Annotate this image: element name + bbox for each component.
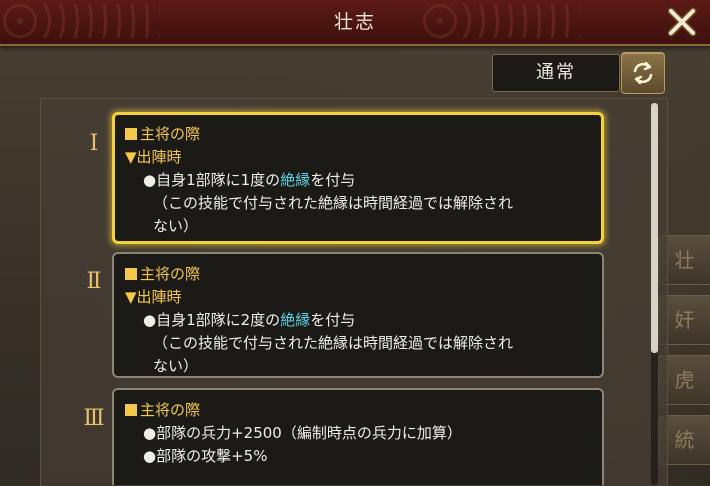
effect-line: ●部隊の兵力+2500（編制時点の兵力に加算） xyxy=(143,424,462,442)
keyword-link[interactable]: 絶縁 xyxy=(280,311,310,329)
title-bar: 壮志 xyxy=(0,0,710,46)
tier-card-3[interactable]: 主将の際 ●部隊の兵力+2500（編制時点の兵力に加算） ●部隊の攻撃+5% xyxy=(112,388,604,485)
scrollbar[interactable] xyxy=(651,103,658,485)
close-icon xyxy=(667,7,697,37)
refresh-icon xyxy=(633,61,653,85)
tier-numeral: Ⅱ xyxy=(86,269,102,294)
condition-line: 主将の際 xyxy=(125,123,592,146)
note-line: （この技能で付与された絶縁は時間経過では解除され xyxy=(153,194,514,212)
effect-line: ●自身1部隊に2度の絶縁を付与 xyxy=(143,311,356,329)
dialog-title: 壮志 xyxy=(333,11,376,33)
note-line: ない） xyxy=(153,217,199,235)
trigger-line: ▼出陣時 xyxy=(125,288,182,306)
effect-line: ●自身1部隊に1度の絶縁を付与 xyxy=(143,171,356,189)
square-bullet-icon xyxy=(125,404,137,416)
keyword-link[interactable]: 絶縁 xyxy=(280,171,310,189)
tier-numeral: Ⅲ xyxy=(83,406,105,431)
condition-line: 主将の際 xyxy=(125,399,592,422)
close-button[interactable] xyxy=(664,4,700,40)
square-bullet-icon xyxy=(125,128,137,140)
tier-card-2[interactable]: 主将の際 ▼出陣時 ●自身1部隊に2度の絶縁を付与 （この技能で付与された絶縁は… xyxy=(112,252,604,378)
tier-card-1[interactable]: 主将の際 ▼出陣時 ●自身1部隊に1度の絶縁を付与 （この技能で付与された絶縁は… xyxy=(112,112,604,244)
condition-line: 主将の際 xyxy=(125,263,592,286)
note-line: （この技能で付与された絶縁は時間経過では解除され xyxy=(153,334,514,352)
refresh-button[interactable] xyxy=(621,52,665,94)
note-line: ない） xyxy=(153,357,199,375)
square-bullet-icon xyxy=(125,268,137,280)
effect-line: ●部隊の攻撃+5% xyxy=(143,447,268,465)
trigger-line: ▼出陣時 xyxy=(125,148,182,166)
scrollbar-thumb[interactable] xyxy=(651,103,658,353)
tier-numeral: Ⅰ xyxy=(89,131,99,156)
mode-select[interactable]: 通常 xyxy=(492,54,620,92)
